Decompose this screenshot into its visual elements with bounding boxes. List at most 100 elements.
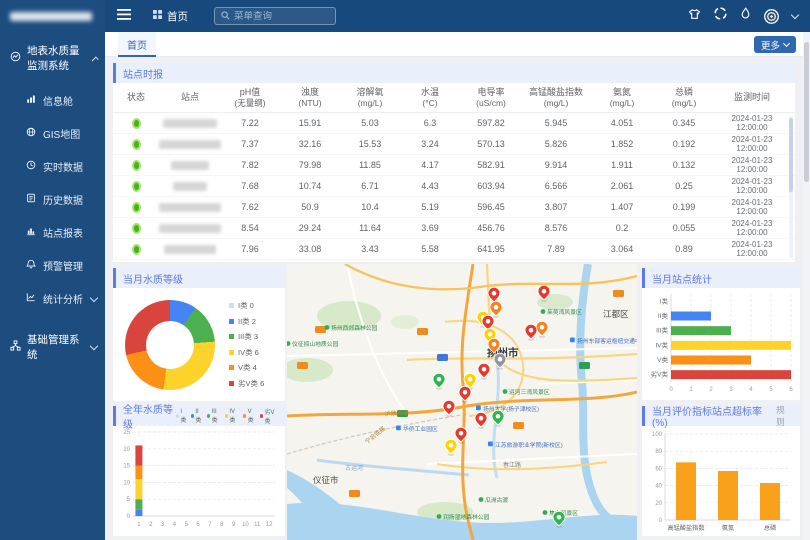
table-row[interactable]: 7.9633.083.435.58641.957.893.0640.892024… [113, 239, 795, 260]
value-cell: 0.345 [653, 118, 715, 128]
value-cell: 1.852 [591, 139, 653, 149]
pie-segments-icon[interactable] [714, 7, 727, 25]
column-header-高锰酸盐指数: 高锰酸盐指数(mg/L) [521, 87, 591, 109]
station-map[interactable]: 扬州市江都区仪征市沪陕高速宁启铁路春江路古运河扬州西郊森林公园仪征捺山地质公园茱… [287, 264, 637, 540]
sidebar-item-label: 统计分析 [43, 291, 83, 306]
page-scrollbar[interactable] [803, 32, 810, 540]
system-icon [10, 51, 21, 65]
legend-item[interactable]: 劣V类 6 [229, 378, 264, 389]
exceed-rate-panel: 当月评价指标站点超标率(%) 规则 020406080100高锰酸盐指数氨氮总磷 [642, 406, 800, 536]
table-scrollbar[interactable] [789, 116, 793, 258]
chevron-down-icon[interactable] [791, 11, 799, 19]
value-cell: 6.3 [399, 118, 461, 128]
sidebar-item-历史数据[interactable]: 历史数据 [0, 183, 105, 216]
svg-text:20: 20 [655, 501, 662, 507]
value-cell: 5.826 [521, 139, 591, 149]
station-cell [159, 182, 221, 191]
table-row[interactable]: 7.6810.746.714.43603.946.5662.0610.25202… [113, 176, 795, 197]
table-row[interactable]: 8.5429.2411.643.69456.768.5760.20.055202… [113, 218, 795, 239]
time-cell: 2024-01-23 12:00:00 [715, 219, 789, 237]
table-row[interactable]: 7.6250.910.45.19596.453.8071.4070.199202… [113, 197, 795, 218]
svg-text:I类: I类 [660, 296, 669, 305]
hamburger-icon[interactable] [117, 7, 131, 25]
time-cell: 2024-01-23 12:00:00 [715, 177, 789, 195]
value-cell: 9.914 [521, 160, 591, 170]
column-header-pH值: pH值(无量纲) [221, 87, 279, 109]
svg-text:1: 1 [689, 387, 693, 393]
svg-text:总磷: 总磷 [764, 524, 776, 532]
theme-skin-icon[interactable] [688, 7, 701, 25]
grid-icon [153, 10, 162, 22]
avatar[interactable] [764, 9, 779, 24]
rules-link[interactable]: 规则 [776, 404, 793, 428]
station-name-redacted [163, 119, 217, 128]
svg-text:3: 3 [729, 387, 733, 393]
sidebar-item-统计分析[interactable]: 统计分析 [0, 282, 105, 315]
table-row[interactable]: 7.2215.915.036.3597.825.9454.0510.345202… [113, 113, 795, 134]
legend-item[interactable]: II类 2 [229, 316, 264, 327]
park-marker-icon [325, 325, 330, 330]
station-name-redacted [173, 182, 207, 191]
legend-item[interactable]: 劣V类 [260, 407, 278, 425]
sidebar-item-实时数据[interactable]: 实时数据 [0, 150, 105, 183]
value-cell: 596.45 [461, 202, 521, 212]
search-input[interactable] [234, 11, 329, 22]
legend-item[interactable]: I类 [176, 407, 187, 425]
sidebar-item-label: 历史数据 [43, 192, 83, 207]
legend-item[interactable]: III类 [207, 407, 221, 425]
panel-header: 全年水质等级 I类II类III类IV类V类劣V类 [113, 406, 285, 426]
panel-header: 当月水质等级 [113, 268, 285, 288]
value-cell: 11.85 [341, 160, 399, 170]
station-cell [159, 203, 221, 212]
tab-home[interactable]: 首页 [118, 32, 156, 57]
sidebar-group-surface-water-system[interactable]: 地表水质量监测系统 [0, 32, 105, 84]
legend-item[interactable]: IV类 [225, 407, 239, 425]
search-icon [221, 7, 230, 25]
legend-item[interactable]: II类 [191, 407, 203, 425]
sidebar-item-信息舱[interactable]: 信息舱 [0, 84, 105, 117]
svg-text:20: 20 [123, 447, 130, 453]
flame-icon[interactable] [740, 7, 751, 25]
sidebar-item-label: GIS地图 [43, 126, 80, 141]
station-name-redacted [164, 245, 216, 254]
sidebar-group-label: 地表水质量监测系统 [27, 43, 87, 73]
park-marker-icon [503, 389, 508, 394]
legend-item[interactable]: I类 0 [229, 300, 264, 311]
value-cell: 7.22 [221, 118, 279, 128]
annual-stacked-chart[interactable]: 0510152025123456789101112 [113, 426, 285, 535]
status-ok-dot [132, 202, 141, 213]
legend-item[interactable]: V类 4 [229, 362, 264, 373]
logo-redacted [10, 12, 92, 21]
value-cell: 4.17 [399, 160, 461, 170]
svg-text:4: 4 [173, 522, 177, 528]
status-cell [113, 181, 159, 192]
svg-text:0: 0 [669, 387, 673, 393]
legend-item[interactable]: III类 3 [229, 331, 264, 342]
sidebar-item-站点报表[interactable]: 站点报表 [0, 216, 105, 249]
station-stats-chart[interactable]: 0123456I类II类III类IV类V类劣V类 [642, 288, 800, 403]
status-cell [113, 139, 159, 150]
more-button[interactable]: 更多 [754, 36, 796, 53]
globe-icon [26, 127, 36, 140]
svg-text:高锰酸盐指数: 高锰酸盐指数 [667, 524, 705, 532]
donut-ring[interactable] [125, 300, 215, 390]
topbar-actions [688, 7, 810, 25]
exceed-rate-chart[interactable]: 020406080100高锰酸盐指数氨氮总磷 [642, 426, 800, 540]
value-cell: 4.051 [591, 118, 653, 128]
table-row[interactable]: 7.3732.1615.533.24570.135.8261.8520.1922… [113, 134, 795, 155]
sidebar-group-base-management[interactable]: 基础管理系统 [0, 321, 105, 373]
value-cell: 641.95 [461, 244, 521, 254]
column-header-电导率: 电导率(uS/cm) [461, 87, 521, 109]
sidebar-item-GIS地图[interactable]: GIS地图 [0, 117, 105, 150]
legend-item[interactable]: IV类 6 [229, 347, 264, 358]
table-row[interactable]: 7.8279.9811.854.17582.919.9141.9110.1322… [113, 155, 795, 176]
time-cell: 2024-01-23 12:00:00 [715, 240, 789, 258]
sidebar-item-预警管理[interactable]: 预警管理 [0, 249, 105, 282]
annual-grade-panel: 全年水质等级 I类II类III类IV类V类劣V类 051015202512345… [113, 406, 285, 536]
column-header-氨氮: 氨氮(mg/L) [591, 87, 653, 109]
value-cell: 7.82 [221, 160, 279, 170]
value-cell: 29.24 [279, 223, 341, 233]
topbar-home-link[interactable]: 首页 [153, 9, 188, 24]
svg-text:15: 15 [123, 464, 130, 470]
legend-item[interactable]: V类 [243, 407, 256, 425]
